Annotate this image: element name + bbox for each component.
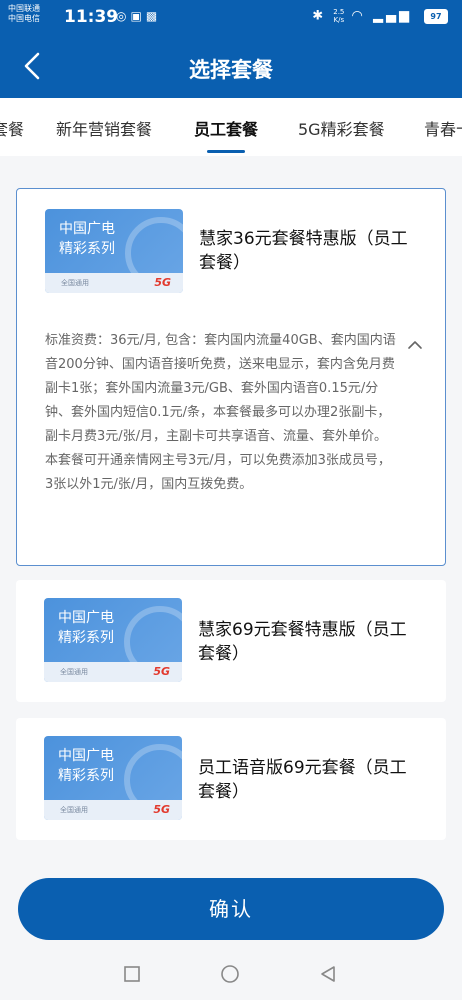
chevron-up-icon[interactable]: [407, 337, 423, 353]
series-line-1: 中国广电: [58, 748, 114, 764]
net-speed: 2.5 K/s: [333, 8, 344, 24]
plan-image-strip-text: 全国通用: [60, 806, 88, 814]
5g-badge: 5G: [154, 276, 171, 289]
carrier-labels: 中国联通 中国电信: [8, 4, 40, 24]
battery-indicator: 97: [424, 9, 448, 24]
plan-card-voice-69[interactable]: 中国广电 精彩系列 全国通用 5G 员工语音版69元套餐（员工套餐）: [16, 718, 446, 840]
series-line-1: 中国广电: [58, 610, 114, 626]
category-tabs: 套餐 新年营销套餐 员工套餐 5G精彩套餐 青春卡: [0, 98, 462, 156]
5g-badge: 5G: [153, 803, 170, 816]
active-tab-indicator: [207, 150, 245, 153]
app-icon: ▩: [145, 9, 162, 23]
page-title: 选择套餐: [189, 58, 273, 82]
plan-image-series: 中国广电 精彩系列: [58, 746, 114, 786]
confirm-button[interactable]: 确认: [18, 878, 444, 940]
plan-card-36[interactable]: 中国广电 精彩系列 全国通用 5G 慧家36元套餐特惠版（员工套餐） 标准资费：…: [16, 188, 446, 566]
header: 选择套餐: [0, 36, 462, 98]
plan-image-strip-text: 全国通用: [60, 668, 88, 676]
plan-name: 慧家69元套餐特惠版（员工套餐）: [198, 620, 407, 664]
plan-image-series: 中国广电 精彩系列: [58, 608, 114, 648]
plan-name: 慧家36元套餐特惠版（员工套餐）: [199, 229, 408, 273]
notification-icons: ◎▣▩: [116, 9, 161, 23]
tab-5g-featured[interactable]: 5G精彩套餐: [298, 116, 385, 140]
series-line-2: 精彩系列: [58, 630, 114, 646]
home-circle-icon[interactable]: [220, 964, 240, 984]
net-speed-unit: K/s: [333, 16, 345, 24]
bluetooth-icon: ✱: [312, 8, 327, 24]
plan-name: 员工语音版69元套餐（员工套餐）: [198, 758, 407, 802]
net-speed-value: 2.5: [333, 8, 345, 16]
plan-image: 中国广电 精彩系列 全国通用 5G: [44, 598, 182, 682]
recents-square-icon[interactable]: [122, 964, 142, 984]
plan-image: 中国广电 精彩系列 全国通用 5G: [45, 209, 183, 293]
plan-description: 标准资费：36元/月, 包含：套内国内流量40GB、套内国内语音200分钟、国内…: [45, 333, 396, 492]
tab-employee[interactable]: 员工套餐: [194, 116, 258, 140]
system-nav-bar: [0, 948, 462, 1000]
status-time: 11:39: [64, 7, 119, 27]
at-icon: ◎: [116, 9, 131, 23]
plan-image: 中国广电 精彩系列 全国通用 5G: [44, 736, 182, 820]
plan-image-strip-text: 全国通用: [61, 279, 89, 287]
nfc-icon: ▣: [130, 9, 146, 23]
chevron-up-glyph: [408, 341, 422, 349]
series-line-2: 精彩系列: [58, 768, 114, 784]
series-line-2: 精彩系列: [59, 241, 115, 257]
plan-image-series: 中国广电 精彩系列: [59, 219, 115, 259]
signal-icon: ▂▄▆: [373, 8, 412, 24]
tab-youth-card[interactable]: 青春卡: [424, 116, 462, 140]
status-bar: 中国联通 中国电信 11:39 ◎▣▩ ✱ 2.5 K/s ◠ ▂▄▆ 97: [0, 0, 462, 36]
5g-badge: 5G: [153, 665, 170, 678]
carrier-primary: 中国联通: [8, 4, 40, 13]
series-line-1: 中国广电: [59, 221, 115, 237]
carrier-secondary: 中国电信: [8, 14, 40, 23]
tab-package[interactable]: 套餐: [0, 116, 24, 140]
back-triangle-icon[interactable]: [318, 964, 338, 984]
system-icons: ✱ 2.5 K/s ◠ ▂▄▆: [312, 8, 412, 24]
tab-new-year-marketing[interactable]: 新年营销套餐: [56, 116, 152, 140]
plan-card-69[interactable]: 中国广电 精彩系列 全国通用 5G 慧家69元套餐特惠版（员工套餐）: [16, 580, 446, 702]
wifi-icon: ◠: [351, 8, 366, 24]
